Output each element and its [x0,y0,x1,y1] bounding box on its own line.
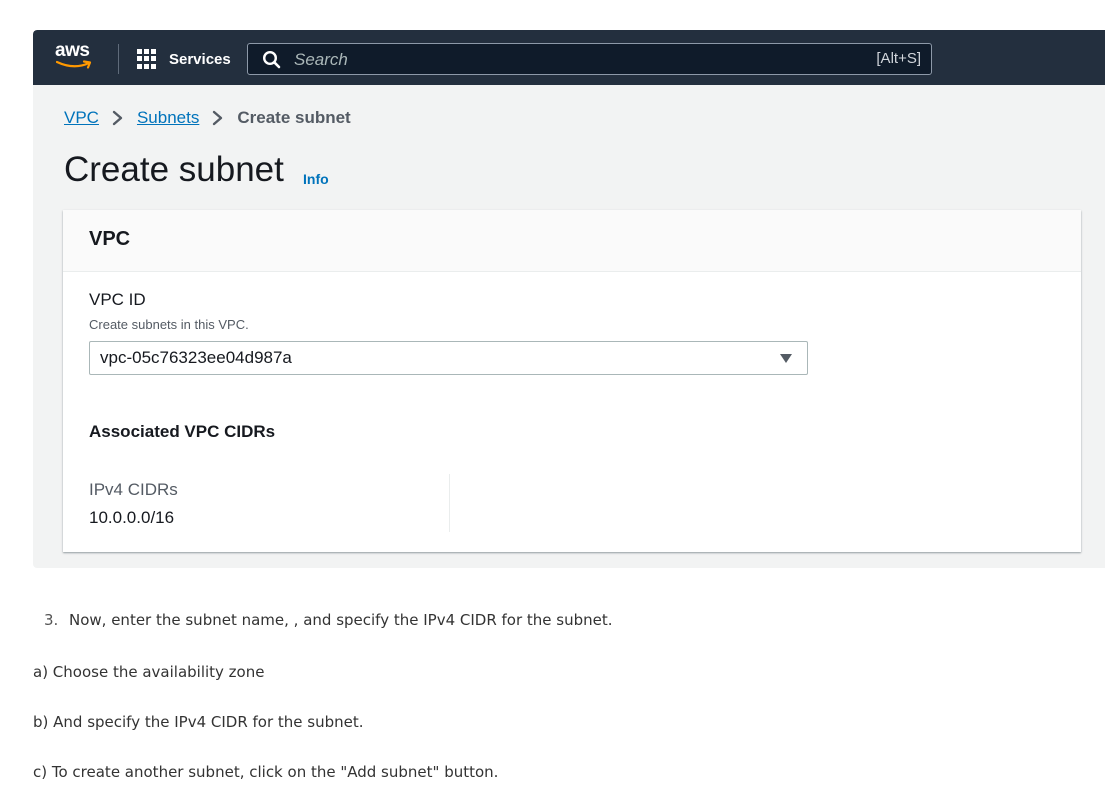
page-title: Create subnet [64,150,284,189]
associated-cidrs-heading: Associated VPC CIDRs [89,422,276,441]
services-button[interactable]: Services [137,46,231,72]
vpc-id-label: VPC ID [89,290,146,309]
instruction-item-c: c) To create another subnet, click on th… [33,763,499,781]
search-icon [262,50,281,69]
vpc-id-description: Create subnets in this VPC. [89,317,249,332]
breadcrumb: VPC Subnets Create subnet [64,108,351,128]
vpc-id-selected-value: vpc-05c76323ee04d987a [100,348,292,367]
breadcrumb-subnets-link[interactable]: Subnets [137,108,199,128]
chevron-right-icon [213,110,223,126]
services-grid-icon [137,49,157,69]
step-number: 3. [44,611,59,629]
breadcrumb-current: Create subnet [237,108,351,127]
breadcrumb-vpc-link[interactable]: VPC [64,108,99,128]
vpc-panel: VPC VPC ID Create subnets in this VPC. v… [63,210,1081,552]
instruction-item-a: a) Choose the availability zone [33,663,265,681]
caret-down-icon [780,354,792,363]
vpc-panel-header: VPC [63,210,1081,272]
ipv4-cidrs-value: 10.0.0.0/16 [89,508,175,527]
instruction-item-b: b) And specify the IPv4 CIDR for the sub… [33,713,364,731]
screenshot-frame: aws Services [Alt+S] VPC [33,30,1105,568]
aws-logo-text: aws [55,40,90,61]
search-input[interactable] [292,48,796,72]
instruction-step: 3. Now, enter the subnet name, , and spec… [44,611,613,629]
topbar-divider [118,44,119,74]
search-box[interactable]: [Alt+S] [247,43,932,75]
ipv4-cidrs-label: IPv4 CIDRs [89,480,178,499]
search-shortcut-hint: [Alt+S] [876,50,921,67]
aws-smile-icon [56,60,92,69]
step-text: Now, enter the subnet name, , and specif… [69,611,613,629]
services-label: Services [169,50,231,68]
vpc-panel-title: VPC [89,228,131,250]
column-divider [449,474,450,532]
vpc-id-select[interactable]: vpc-05c76323ee04d987a [89,341,808,375]
chevron-right-icon [112,110,123,126]
aws-logo[interactable]: aws [55,40,99,74]
top-navigation-bar: aws Services [Alt+S] [33,30,1105,85]
info-link[interactable]: Info [303,171,329,187]
